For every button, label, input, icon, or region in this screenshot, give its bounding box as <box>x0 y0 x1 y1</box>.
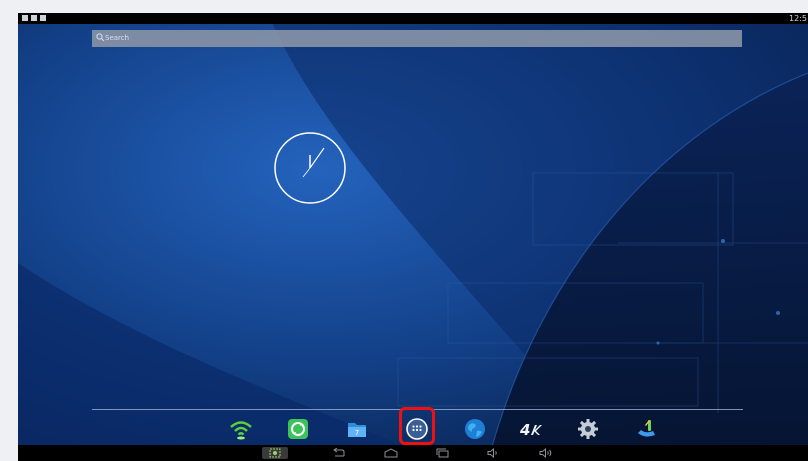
search-bar[interactable]: Search <box>92 30 742 47</box>
status-time: 12:5 <box>789 14 807 23</box>
dock-file-manager-app[interactable]: 7 <box>345 417 369 441</box>
svg-text:7: 7 <box>355 429 359 437</box>
recents-icon <box>436 448 449 458</box>
android-screen: 12:5 Search 7 4 <box>18 13 808 461</box>
recents-button[interactable] <box>436 447 450 459</box>
globe-icon <box>465 419 485 439</box>
status-bar: 12:5 <box>18 13 808 24</box>
download-icon <box>40 15 46 21</box>
apps-highlight-box <box>399 407 435 445</box>
wifi-icon <box>230 421 252 440</box>
dock-settings-app[interactable] <box>576 417 600 441</box>
home-button[interactable] <box>384 447 398 459</box>
image-icon <box>31 15 37 21</box>
back-button[interactable] <box>332 447 346 459</box>
sync-icon <box>288 419 308 439</box>
volume-up-icon <box>539 448 552 458</box>
analog-clock-widget[interactable] <box>273 131 347 205</box>
4k-icon: 4 <box>519 421 542 439</box>
wallpaper <box>18 13 808 461</box>
screenshot-button[interactable] <box>262 447 288 459</box>
dock-sync-app[interactable] <box>286 417 310 441</box>
dock-wifi-app[interactable] <box>229 417 253 441</box>
cast-icon <box>638 420 655 437</box>
screenshot-icon <box>269 448 281 458</box>
volume-up-button[interactable] <box>538 447 554 459</box>
notification-icon <box>22 15 28 21</box>
file-manager-icon: 7 <box>348 423 366 437</box>
svg-text:4: 4 <box>519 421 530 439</box>
volume-down-icon <box>487 448 497 458</box>
volume-down-button[interactable] <box>486 447 500 459</box>
navigation-bar <box>18 445 808 461</box>
gear-icon <box>578 419 598 439</box>
search-icon <box>96 33 105 42</box>
dock-4k-player-app[interactable]: 4 <box>519 417 543 441</box>
dock-browser-app[interactable] <box>463 417 487 441</box>
back-icon <box>333 448 345 457</box>
search-placeholder: Search <box>105 34 130 42</box>
dock-miracast-app[interactable] <box>635 417 659 441</box>
home-icon <box>384 448 398 458</box>
